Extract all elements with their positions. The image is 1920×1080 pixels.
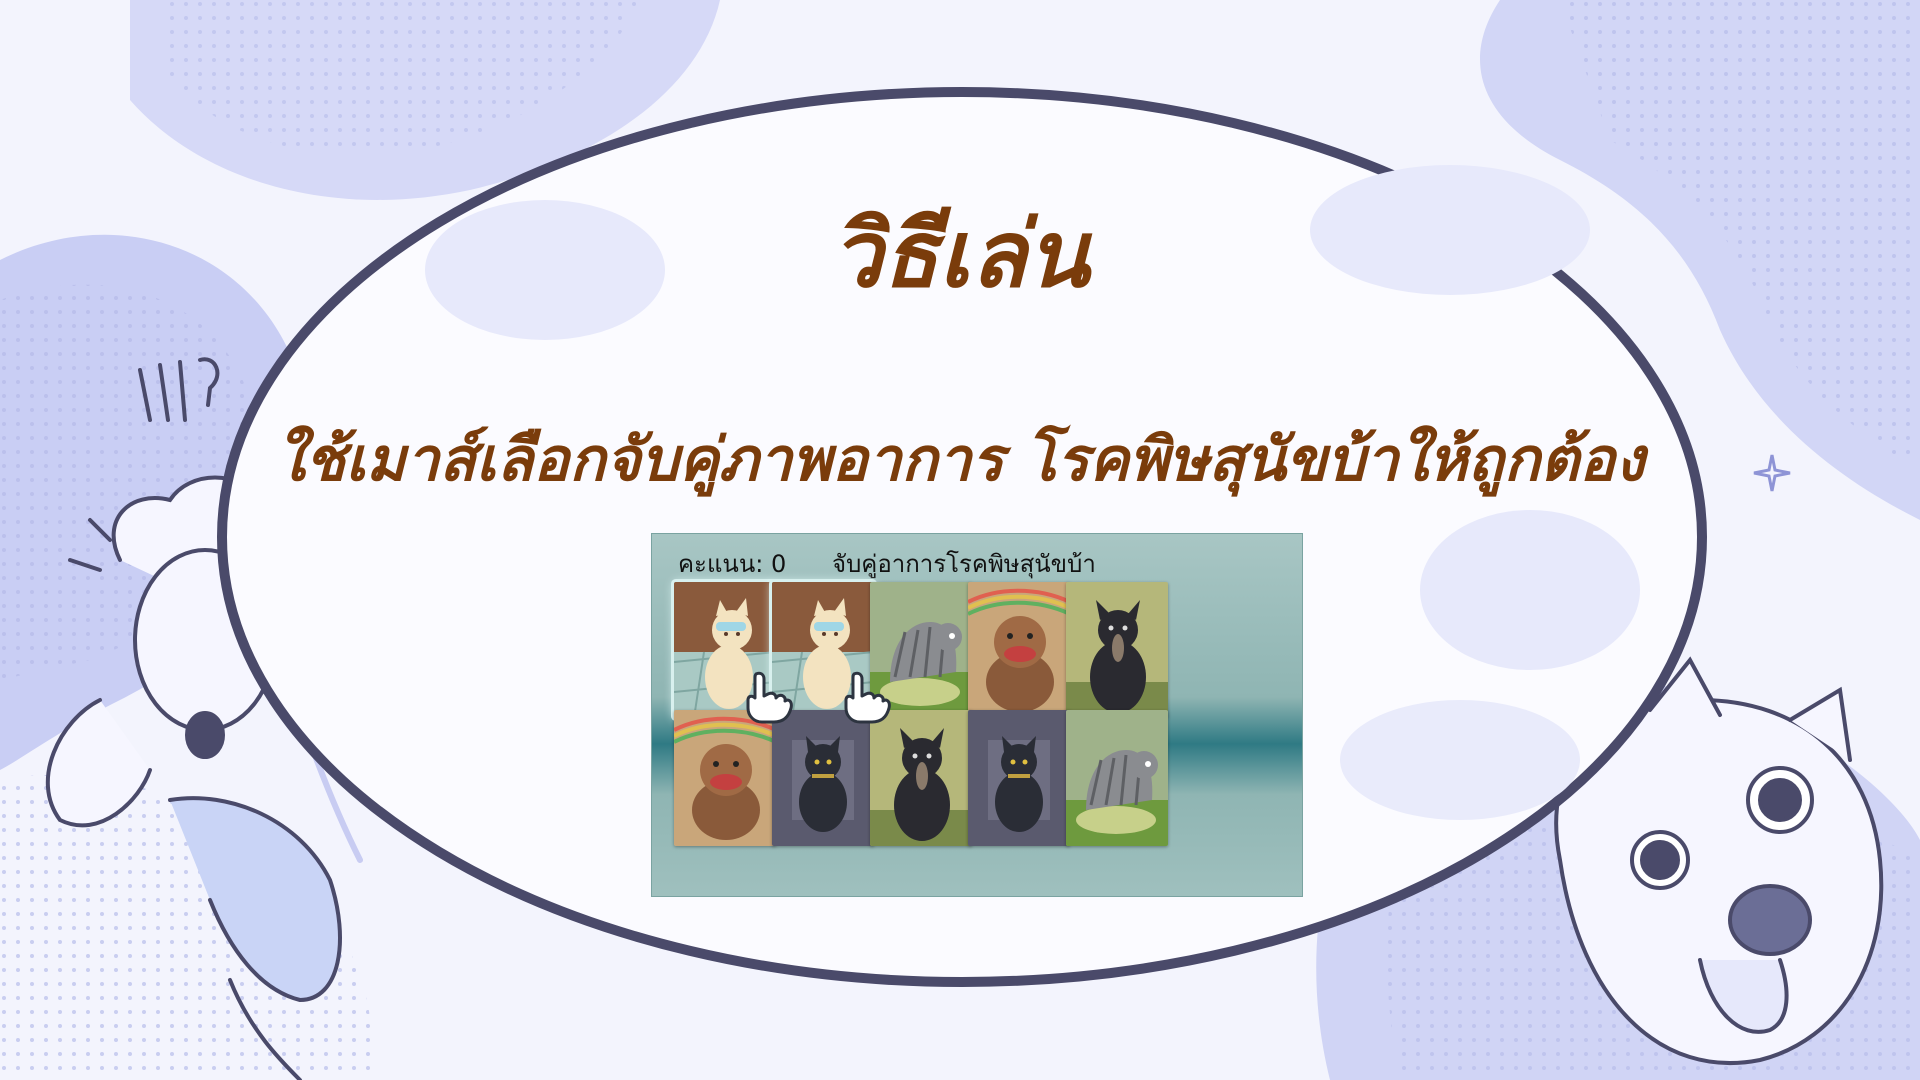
angry-bulldog-card-image (968, 582, 1070, 718)
black-dog-card-image (1066, 582, 1168, 718)
score-label: คะแนน: 0 (678, 550, 787, 578)
game-preview-panel: คะแนน: 0 จับคู่อาการโรคพิษสุนัขบ้า (652, 534, 1302, 896)
black-dog-card-image (870, 710, 972, 846)
page-title: วิธีเล่น (830, 201, 1090, 308)
memory-card-grey-cat-hissing-card[interactable] (1066, 710, 1168, 846)
black-cat-chair-card-image (772, 710, 874, 846)
memory-card-angry-bulldog-card[interactable] (674, 710, 776, 846)
memory-card-angry-bulldog-card[interactable] (968, 582, 1070, 718)
hand-pointer-icon (742, 670, 794, 724)
hand-pointer-icon (840, 670, 892, 724)
black-cat-chair-card-image (968, 710, 1070, 846)
angry-bulldog-card-image (674, 710, 776, 846)
memory-card-black-cat-chair-card[interactable] (772, 710, 874, 846)
instruction-text: ใช้เมาส์เลือกจับคู่ภาพอาการ โรคพิษสุนัขบ… (275, 425, 1645, 495)
memory-card-black-cat-chair-card[interactable] (968, 710, 1070, 846)
game-title: จับคู่อาการโรคพิษสุนัขบ้า (832, 550, 1096, 578)
grey-cat-hissing-card-image (1066, 710, 1168, 846)
memory-card-black-dog-card[interactable] (1066, 582, 1168, 718)
memory-card-black-dog-card[interactable] (870, 710, 972, 846)
